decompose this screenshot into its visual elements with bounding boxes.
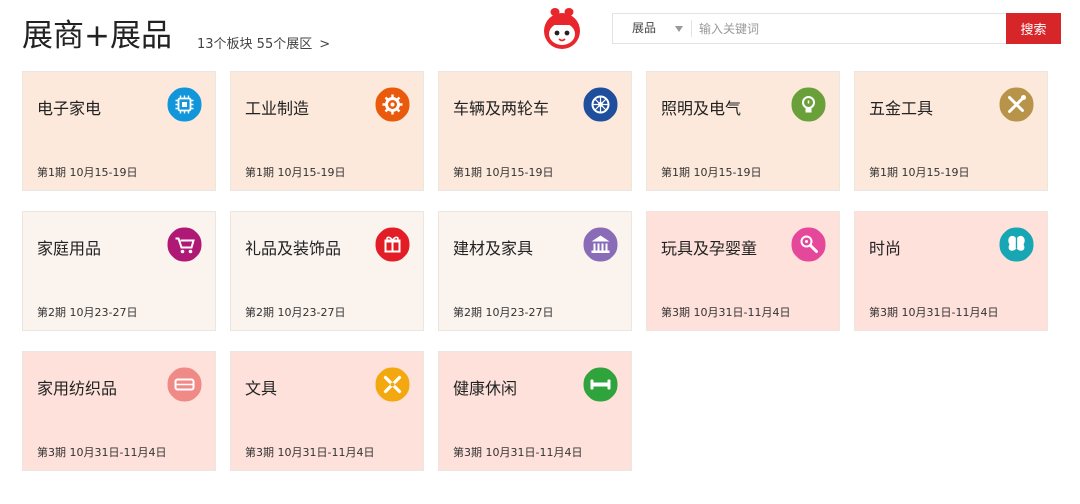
sector-name: 照明及电气 [661,99,742,118]
rattle-icon [791,227,826,262]
fitness-icon [583,367,618,402]
bulb-icon [791,87,826,122]
sector-card[interactable]: 照明及电气第1期 10月15-19日 [646,71,840,191]
sector-card[interactable]: 车辆及两轮车第1期 10月15-19日 [438,71,632,191]
sector-card[interactable]: 礼品及装饰品第2期 10月23-27日 [230,211,424,331]
cart-icon [167,227,202,262]
sector-card[interactable]: 工业制造第1期 10月15-19日 [230,71,424,191]
sector-date: 第1期 10月15-19日 [869,166,970,179]
sector-name: 电子家电 [37,99,102,118]
sector-name: 车辆及两轮车 [453,99,550,118]
chevron-right-icon: > [319,37,331,52]
sector-card[interactable]: 家用纺织品第3期 10月31日-11月4日 [22,351,216,471]
wheel-icon [583,87,618,122]
sector-date: 第2期 10月23-27日 [37,306,138,319]
butterfly-icon [999,227,1034,262]
sector-name: 建材及家具 [453,239,534,258]
search-button[interactable]: 搜索 [1006,13,1061,44]
sector-date: 第1期 10月15-19日 [453,166,554,179]
stationery-icon [375,367,410,402]
sector-name: 工业制造 [245,99,310,118]
sector-date: 第1期 10月15-19日 [37,166,138,179]
chip-icon [167,87,202,122]
sector-card[interactable]: 家庭用品第2期 10月23-27日 [22,211,216,331]
sector-name: 礼品及装饰品 [245,239,342,258]
building-icon [583,227,618,262]
sector-date: 第1期 10月15-19日 [245,166,346,179]
mascot-logo [540,6,584,50]
page-header: 展商+展品 13个板块 55个展区 > 展品 搜索 [0,0,1080,60]
sector-date: 第3期 10月31日-11月4日 [661,306,791,319]
gear-icon [375,87,410,122]
caret-down-icon [675,26,683,32]
sector-card[interactable]: 文具第3期 10月31日-11月4日 [230,351,424,471]
sector-date: 第3期 10月31日-11月4日 [245,446,375,459]
sector-date: 第3期 10月31日-11月4日 [37,446,167,459]
sector-name: 文具 [245,379,278,398]
gift-icon [375,227,410,262]
sector-card[interactable]: 五金工具第1期 10月15-19日 [854,71,1048,191]
page-title: 展商+展品 [22,18,172,54]
tools-icon [999,87,1034,122]
search-category-value: 展品 [632,21,657,35]
sector-date: 第1期 10月15-19日 [661,166,762,179]
sector-name: 时尚 [869,239,902,258]
sector-summary-link[interactable]: 13个板块 55个展区 > [197,33,330,52]
textile-icon [167,367,202,402]
sector-name: 家庭用品 [37,239,102,258]
search-input[interactable] [692,14,1006,43]
search-bar: 展品 搜索 [612,13,1061,44]
sector-name: 健康休闲 [453,379,518,398]
sector-summary-text: 13个板块 55个展区 [197,37,313,52]
sector-date: 第3期 10月31日-11月4日 [453,446,583,459]
sector-name: 玩具及孕婴童 [661,239,758,258]
sector-card[interactable]: 时尚第3期 10月31日-11月4日 [854,211,1048,331]
sector-date: 第3期 10月31日-11月4日 [869,306,999,319]
sector-card[interactable]: 电子家电第1期 10月15-19日 [22,71,216,191]
search-category-select[interactable]: 展品 [613,14,691,43]
sector-date: 第2期 10月23-27日 [453,306,554,319]
sector-card[interactable]: 健康休闲第3期 10月31日-11月4日 [438,351,632,471]
sector-date: 第2期 10月23-27日 [245,306,346,319]
sector-name: 五金工具 [869,99,934,118]
sector-card[interactable]: 玩具及孕婴童第3期 10月31日-11月4日 [646,211,840,331]
sector-name: 家用纺织品 [37,379,118,398]
sector-card[interactable]: 建材及家具第2期 10月23-27日 [438,211,632,331]
